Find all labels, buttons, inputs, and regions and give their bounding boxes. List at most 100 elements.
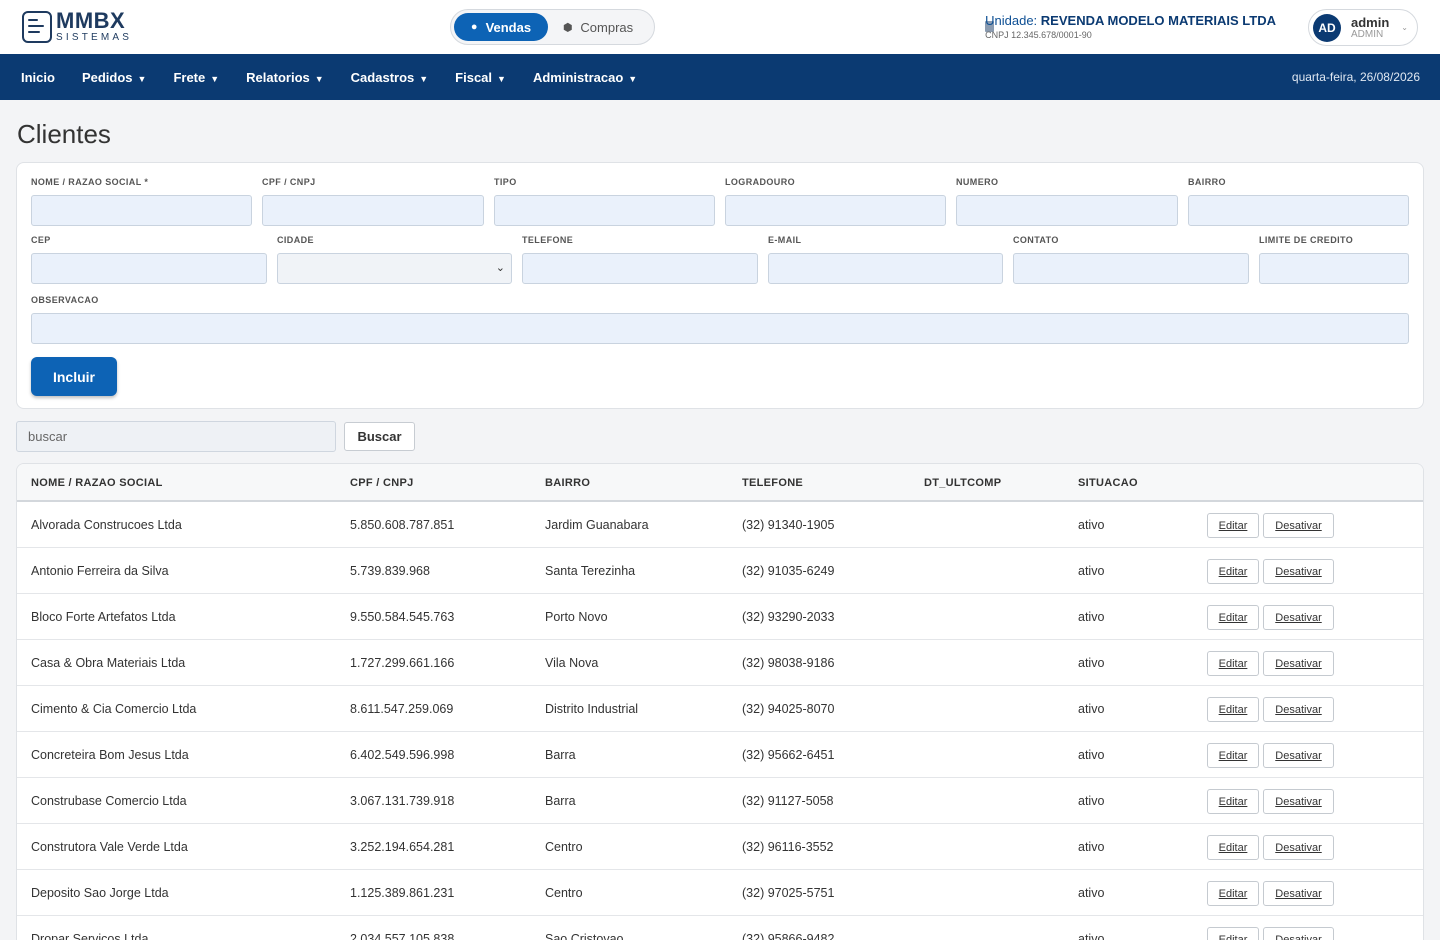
deactivate-button[interactable]: Desativar (1263, 605, 1334, 630)
cell-bairro: Santa Terezinha (545, 564, 636, 578)
field-telefone: TELEFONE (522, 235, 758, 284)
telefone-input[interactable] (522, 253, 758, 284)
table-header: NOME / RAZAO SOCIAL CPF / CNPJ BAIRRO TE… (17, 464, 1423, 502)
clients-table: NOME / RAZAO SOCIAL CPF / CNPJ BAIRRO TE… (16, 463, 1424, 940)
nav-relatorios[interactable]: Relatorios ▼ (246, 70, 324, 85)
nav-frete[interactable]: Frete ▼ (173, 70, 219, 85)
cell-bairro: Sao Cristovao (545, 932, 624, 940)
main-nav: Inicio Pedidos ▼ Frete ▼ Relatorios ▼ Cadas… (0, 54, 1440, 100)
table-row: Construtora Vale Verde Ltda 3.252.194.654… (17, 824, 1423, 870)
field-numero: NUMERO (956, 177, 1178, 226)
user-menu[interactable]: AD admin ADMIN ⌄ (1308, 9, 1418, 46)
table-row: Alvorada Construcoes Ltda 5.850.608.787.8… (17, 502, 1423, 548)
cell-nome: Bloco Forte Artefatos Ltda (31, 610, 176, 624)
cell-bairro: Centro (545, 886, 583, 900)
search-button[interactable]: Buscar (344, 422, 415, 451)
cpf-input[interactable] (262, 195, 484, 226)
cell-situacao: ativo (1078, 564, 1105, 578)
deactivate-button[interactable]: Desativar (1263, 789, 1334, 814)
field-cep: CEP (31, 235, 267, 284)
chevron-down-icon: ⌄ (1401, 23, 1408, 32)
table-row: Cimento & Cia Comercio Ltda 8.611.547.259… (17, 686, 1423, 732)
cell-nome: Construtora Vale Verde Ltda (31, 840, 188, 854)
deactivate-button[interactable]: Desativar (1263, 927, 1334, 940)
edit-button[interactable]: Editar (1207, 927, 1259, 940)
cell-nome: Deposito Sao Jorge Ltda (31, 886, 169, 900)
avatar: AD (1313, 13, 1341, 42)
cell-nome: Alvorada Construcoes Ltda (31, 518, 182, 532)
field-logradouro: LOGRADOURO (725, 177, 946, 226)
col-bairro[interactable]: BAIRRO (545, 477, 590, 489)
unit-label: Unidade: (985, 13, 1038, 28)
deactivate-button[interactable]: Desativar (1263, 513, 1334, 538)
field-bairro: BAIRRO (1188, 177, 1409, 226)
nav-cadastros[interactable]: Cadastros ▼ (351, 70, 429, 85)
cell-bairro: Barra (545, 748, 576, 762)
deactivate-button[interactable]: Desativar (1263, 697, 1334, 722)
cell-bairro: Vila Nova (545, 656, 599, 670)
limite-credito-input[interactable] (1259, 253, 1409, 284)
field-email: E-MAIL (768, 235, 1003, 284)
table-row: Dropar Servicos Ltda 2.034.557.105.838 Sao… (17, 916, 1423, 940)
brand-sub: SISTEMAS (56, 32, 133, 43)
cell-situacao: ativo (1078, 518, 1105, 532)
deactivate-button[interactable]: Desativar (1263, 651, 1334, 676)
deactivate-button[interactable]: Desativar (1263, 881, 1334, 906)
numero-input[interactable] (956, 195, 1178, 226)
cell-telefone: (32) 91127-5058 (742, 794, 834, 808)
cell-telefone: (32) 95866-9482 (742, 932, 835, 940)
brand-name: MMBX (56, 8, 126, 33)
tipo-input[interactable] (494, 195, 715, 226)
deactivate-button[interactable]: Desativar (1263, 743, 1334, 768)
edit-button[interactable]: Editar (1207, 605, 1259, 630)
edit-button[interactable]: Editar (1207, 835, 1259, 860)
col-nome[interactable]: NOME / RAZAO SOCIAL (31, 477, 163, 489)
nav-fiscal[interactable]: Fiscal ▼ (455, 70, 506, 85)
cep-input[interactable] (31, 253, 267, 284)
field-limite-credito: LIMITE DE CREDITO (1259, 235, 1409, 284)
edit-button[interactable]: Editar (1207, 789, 1259, 814)
nav-inicio[interactable]: Inicio (21, 70, 55, 85)
observacao-input[interactable] (31, 313, 1409, 344)
client-form: NOME / RAZAO SOCIAL * CPF / CNPJ TIPO LO… (16, 162, 1424, 409)
nav-administracao[interactable]: Administracao ▼ (533, 70, 637, 85)
cell-cpf: 1.125.389.861.231 (350, 886, 455, 900)
col-situacao[interactable]: SITUACAO (1078, 477, 1138, 489)
edit-button[interactable]: Editar (1207, 651, 1259, 676)
field-nome: NOME / RAZAO SOCIAL * (31, 177, 252, 226)
edit-button[interactable]: Editar (1207, 559, 1259, 584)
mode-compras-button[interactable]: ⬢ Compras (548, 13, 648, 41)
deactivate-button[interactable]: Desativar (1263, 835, 1334, 860)
edit-button[interactable]: Editar (1207, 881, 1259, 906)
logradouro-input[interactable] (725, 195, 946, 226)
nav-pedidos[interactable]: Pedidos ▼ (82, 70, 147, 85)
deactivate-button[interactable]: Desativar (1263, 559, 1334, 584)
cell-situacao: ativo (1078, 794, 1105, 808)
mode-vendas-button[interactable]: ● Vendas (454, 13, 548, 41)
col-telefone[interactable]: TELEFONE (742, 477, 803, 489)
search-input[interactable]: buscar (16, 421, 336, 452)
brand-logo[interactable]: MMBX SISTEMAS (22, 10, 132, 43)
edit-button[interactable]: Editar (1207, 743, 1259, 768)
cell-cpf: 3.252.194.654.281 (350, 840, 455, 854)
nome-input[interactable] (31, 195, 252, 226)
edit-button[interactable]: Editar (1207, 697, 1259, 722)
cell-telefone: (32) 98038-9186 (742, 656, 835, 670)
contato-input[interactable] (1013, 253, 1249, 284)
user-role: ADMIN (1351, 28, 1384, 40)
table-row: Deposito Sao Jorge Ltda 1.125.389.861.231… (17, 870, 1423, 916)
cell-nome: Construbase Comercio Ltda (31, 794, 187, 808)
cidade-select[interactable]: ⌄ (277, 253, 512, 284)
col-dt-ultcomp[interactable]: DT_ULTCOMP (924, 477, 1001, 489)
bairro-input[interactable] (1188, 195, 1409, 226)
cell-situacao: ativo (1078, 748, 1105, 762)
cell-bairro: Jardim Guanabara (545, 518, 649, 532)
cell-telefone: (32) 91340-1905 (742, 518, 835, 532)
edit-button[interactable]: Editar (1207, 513, 1259, 538)
cell-nome: Antonio Ferreira da Silva (31, 564, 169, 578)
mode-switch: ● Vendas ⬢ Compras (450, 9, 655, 45)
incluir-button[interactable]: Incluir (31, 357, 117, 396)
col-cpf[interactable]: CPF / CNPJ (350, 477, 414, 489)
email-input[interactable] (768, 253, 1003, 284)
cell-nome: Cimento & Cia Comercio Ltda (31, 702, 197, 716)
